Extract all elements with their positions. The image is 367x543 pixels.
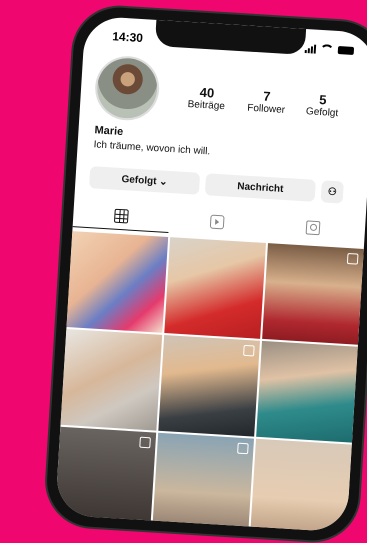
phone-frame: 14:30 40 Beiträge 7 Follower 5 Gefolgt M… bbox=[44, 4, 367, 543]
post-thumbnail[interactable] bbox=[256, 340, 358, 443]
stat-followers[interactable]: 7 Follower bbox=[238, 87, 295, 116]
post-thumbnail[interactable] bbox=[152, 432, 255, 533]
following-button[interactable]: Gefolgt ⌄ bbox=[89, 166, 201, 195]
stat-following[interactable]: 5 Gefolgt bbox=[294, 91, 351, 120]
post-thumbnail[interactable] bbox=[55, 426, 157, 529]
post-thumbnail[interactable] bbox=[164, 237, 266, 339]
suggested-users-button[interactable]: ⚇ bbox=[320, 180, 344, 204]
post-thumbnail[interactable] bbox=[60, 328, 163, 431]
reels-icon bbox=[243, 344, 255, 357]
profile-actions: Gefolgt ⌄ Nachricht ⚇ bbox=[89, 166, 354, 204]
notch bbox=[154, 19, 307, 55]
profile-name: Marie bbox=[94, 124, 124, 139]
tagged-icon bbox=[305, 220, 321, 236]
phone-screen: 14:30 40 Beiträge 7 Follower 5 Gefolgt M… bbox=[55, 15, 367, 533]
wifi-icon bbox=[319, 43, 335, 55]
signal-icon bbox=[304, 44, 317, 54]
stat-posts-label: Beiträge bbox=[187, 98, 226, 113]
profile-bio: Ich träume, wovon ich will. bbox=[93, 139, 211, 158]
post-thumbnail[interactable] bbox=[262, 243, 364, 345]
stat-followers-label: Follower bbox=[246, 102, 286, 116]
battery-icon bbox=[337, 46, 355, 55]
post-thumbnail[interactable] bbox=[66, 231, 169, 333]
message-button[interactable]: Nachricht bbox=[204, 173, 316, 202]
tab-reels[interactable] bbox=[169, 207, 266, 237]
stat-posts[interactable]: 40 Beiträge bbox=[178, 83, 235, 113]
status-time: 14:30 bbox=[111, 29, 144, 46]
post-thumbnail[interactable] bbox=[158, 334, 261, 437]
stat-following-label: Gefolgt bbox=[305, 106, 339, 120]
reels-icon bbox=[237, 442, 249, 455]
reels-icon bbox=[139, 436, 151, 449]
phone-mockup: 14:30 40 Beiträge 7 Follower 5 Gefolgt M… bbox=[44, 4, 367, 543]
tab-posts-grid[interactable] bbox=[73, 201, 170, 231]
status-icons bbox=[304, 43, 355, 56]
profile-header: 40 Beiträge 7 Follower 5 Gefolgt Marie I… bbox=[93, 56, 359, 157]
tab-tagged[interactable] bbox=[264, 213, 361, 243]
avatar[interactable] bbox=[95, 56, 159, 121]
post-thumbnail[interactable] bbox=[250, 438, 352, 533]
grid-icon bbox=[113, 208, 129, 224]
add-person-icon: ⚇ bbox=[327, 186, 338, 198]
reels-icon bbox=[209, 214, 225, 230]
posts-grid bbox=[55, 231, 364, 533]
reels-icon bbox=[346, 252, 359, 265]
